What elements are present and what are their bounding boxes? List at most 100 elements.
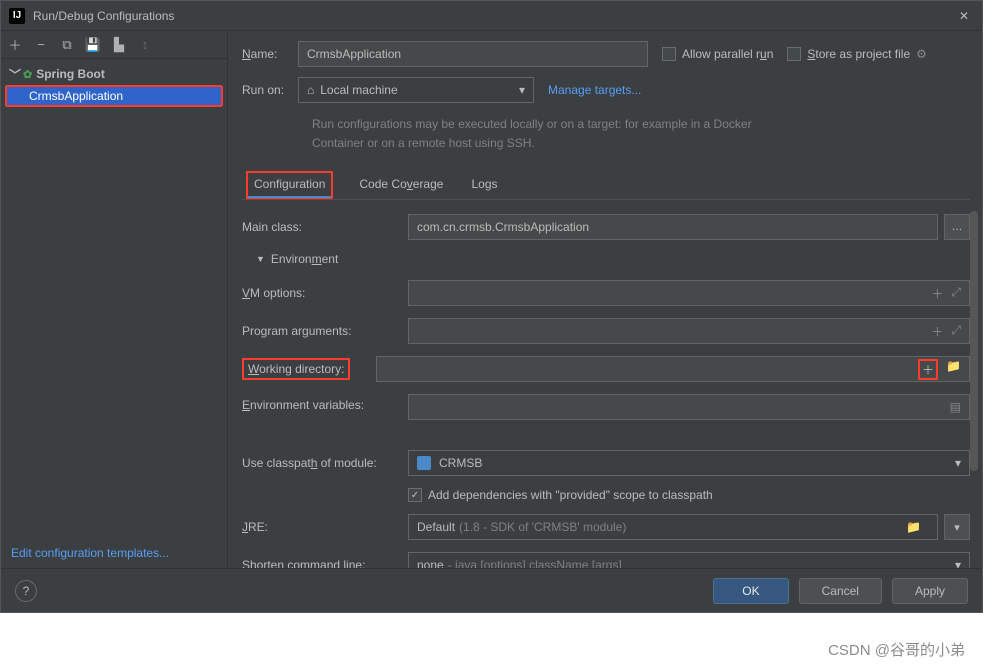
- provided-row: Add dependencies with "provided" scope t…: [242, 488, 970, 502]
- main-class-label: Main class:: [242, 220, 408, 234]
- gear-icon[interactable]: ⚙: [916, 47, 927, 61]
- shorten-dim: - java [options] className [args]: [448, 558, 622, 568]
- form-area: Main class: com.cn.crmsb.CrmsbApplicatio…: [242, 214, 970, 568]
- runon-value: Local machine: [320, 83, 397, 97]
- plus-icon[interactable]: ＋: [918, 359, 938, 380]
- spring-boot-icon: ✿: [23, 68, 32, 81]
- list-icon[interactable]: ▤: [950, 400, 961, 414]
- name-input[interactable]: [298, 41, 648, 67]
- tree-group-label: Spring Boot: [36, 67, 105, 81]
- ok-button[interactable]: OK: [713, 578, 788, 604]
- expand-icon[interactable]: ⤢: [951, 285, 961, 302]
- working-dir-label: Working directory:: [242, 358, 350, 380]
- scrollbar-thumb[interactable]: [970, 211, 978, 471]
- window-title: Run/Debug Configurations: [33, 9, 954, 23]
- intellij-logo-icon: IJ: [9, 8, 25, 24]
- vm-options-input[interactable]: ＋⤢: [408, 280, 970, 306]
- titlebar: IJ Run/Debug Configurations ✕: [1, 1, 982, 31]
- cancel-button[interactable]: Cancel: [799, 578, 882, 604]
- allow-parallel-checkbox[interactable]: Allow parallel run: [662, 47, 773, 61]
- runon-label: Run on:: [242, 83, 298, 97]
- plus-icon[interactable]: ＋: [931, 285, 943, 302]
- classpath-row: Use classpath of module: CRMSB ▾: [242, 450, 970, 476]
- env-vars-label: Environment variables:: [242, 394, 408, 412]
- chevron-down-icon: ▾: [955, 456, 961, 470]
- tab-logs[interactable]: Logs: [469, 171, 499, 199]
- store-project-checkbox[interactable]: Store as project file: [787, 47, 910, 61]
- config-tree: ﹀ ✿ Spring Boot CrmsbApplication: [1, 59, 227, 107]
- program-args-row: Program arguments: ＋⤢: [242, 318, 970, 344]
- provided-checkbox[interactable]: Add dependencies with "provided" scope t…: [408, 488, 713, 502]
- environment-section[interactable]: ▼ Environment: [256, 252, 970, 266]
- env-vars-row: Environment variables: ▤: [242, 394, 970, 420]
- name-label: Name:: [242, 47, 298, 61]
- footer: ? OK Cancel Apply: [1, 568, 982, 612]
- env-vars-input[interactable]: ▤: [408, 394, 970, 420]
- sidebar: ＋ − ⧉ 💾 ▙ ↕ ﹀ ✿ Spring Boot CrmsbApplica…: [1, 31, 228, 568]
- jre-label: JRE:: [242, 520, 408, 534]
- runon-combo[interactable]: ⌂ Local machine ▾: [298, 77, 534, 103]
- jre-combo[interactable]: Default (1.8 - SDK of 'CRMSB' module) 📁: [408, 514, 938, 540]
- browse-main-class-button[interactable]: …: [944, 214, 970, 240]
- tab-coverage[interactable]: Code Coverage: [357, 171, 445, 199]
- vm-options-label: VM options:: [242, 286, 408, 300]
- chevron-down-icon: ▾: [955, 558, 961, 568]
- program-args-input[interactable]: ＋⤢: [408, 318, 970, 344]
- folder-icon[interactable]: ▙: [111, 37, 127, 53]
- home-icon: ⌂: [307, 83, 314, 97]
- vm-options-row: VM options: ＋⤢: [242, 280, 970, 306]
- chevron-down-icon: ▾: [519, 83, 525, 97]
- program-args-label: Program arguments:: [242, 324, 408, 338]
- remove-icon[interactable]: −: [33, 37, 49, 53]
- close-icon[interactable]: ✕: [954, 6, 974, 26]
- checkbox-icon: [787, 47, 801, 61]
- shorten-row: Shorten command line: none - java [optio…: [242, 552, 970, 568]
- provided-label: Add dependencies with "provided" scope t…: [428, 488, 713, 502]
- manage-targets-link[interactable]: Manage targets...: [548, 83, 641, 97]
- help-button[interactable]: ?: [15, 580, 37, 602]
- tree-group-spring-boot[interactable]: ﹀ ✿ Spring Boot: [1, 63, 227, 85]
- tabs: Configuration Code Coverage Logs: [242, 171, 970, 200]
- watermark: CSDN @谷哥的小弟: [828, 639, 965, 660]
- browse-folder-icon[interactable]: 📁: [946, 359, 961, 380]
- tree-item-crmsb[interactable]: CrmsbApplication: [5, 85, 223, 107]
- checkbox-icon: [662, 47, 676, 61]
- copy-icon[interactable]: ⧉: [59, 37, 75, 53]
- classpath-combo[interactable]: CRMSB ▾: [408, 450, 970, 476]
- main-class-input[interactable]: com.cn.crmsb.CrmsbApplication: [408, 214, 938, 240]
- runon-row: Run on: ⌂ Local machine ▾ Manage targets.…: [242, 77, 970, 103]
- shorten-label: Shorten command line:: [242, 558, 408, 568]
- dialog-body: ＋ − ⧉ 💾 ▙ ↕ ﹀ ✿ Spring Boot CrmsbApplica…: [1, 31, 982, 568]
- classpath-value: CRMSB: [439, 456, 482, 470]
- browse-folder-icon[interactable]: 📁: [906, 520, 921, 534]
- expand-icon[interactable]: ⤢: [951, 323, 961, 340]
- run-debug-config-dialog: IJ Run/Debug Configurations ✕ ＋ − ⧉ 💾 ▙ …: [0, 0, 983, 613]
- environment-label: Environment: [271, 252, 338, 266]
- jre-value: Default: [417, 520, 455, 534]
- jre-row: JRE: Default (1.8 - SDK of 'CRMSB' modul…: [242, 514, 970, 540]
- apply-button[interactable]: Apply: [892, 578, 968, 604]
- main-class-row: Main class: com.cn.crmsb.CrmsbApplicatio…: [242, 214, 970, 240]
- chevron-down-icon: ﹀: [9, 66, 19, 83]
- working-dir-row: Working directory: ＋📁: [242, 356, 970, 382]
- triangle-down-icon: ▼: [256, 254, 265, 264]
- shorten-value: none: [417, 558, 444, 568]
- add-icon[interactable]: ＋: [7, 37, 23, 53]
- plus-icon[interactable]: ＋: [931, 323, 943, 340]
- sort-icon[interactable]: ↕: [137, 37, 153, 53]
- working-dir-input[interactable]: ＋📁: [376, 356, 970, 382]
- save-icon[interactable]: 💾: [85, 37, 101, 53]
- jre-dropdown-button[interactable]: ▾: [944, 514, 970, 540]
- store-project-label: Store as project file: [807, 47, 910, 61]
- name-field[interactable]: [307, 47, 639, 61]
- jre-dim: (1.8 - SDK of 'CRMSB' module): [459, 520, 626, 534]
- tree-item-label: CrmsbApplication: [29, 89, 123, 103]
- scrollbar[interactable]: [970, 91, 980, 558]
- checkbox-checked-icon: [408, 488, 422, 502]
- edit-templates-link[interactable]: Edit configuration templates...: [1, 538, 227, 568]
- tab-configuration[interactable]: Configuration: [246, 171, 333, 199]
- allow-parallel-label: Allow parallel run: [682, 47, 773, 61]
- classpath-label: Use classpath of module:: [242, 456, 408, 470]
- sidebar-toolbar: ＋ − ⧉ 💾 ▙ ↕: [1, 31, 227, 59]
- shorten-combo[interactable]: none - java [options] className [args] ▾: [408, 552, 970, 568]
